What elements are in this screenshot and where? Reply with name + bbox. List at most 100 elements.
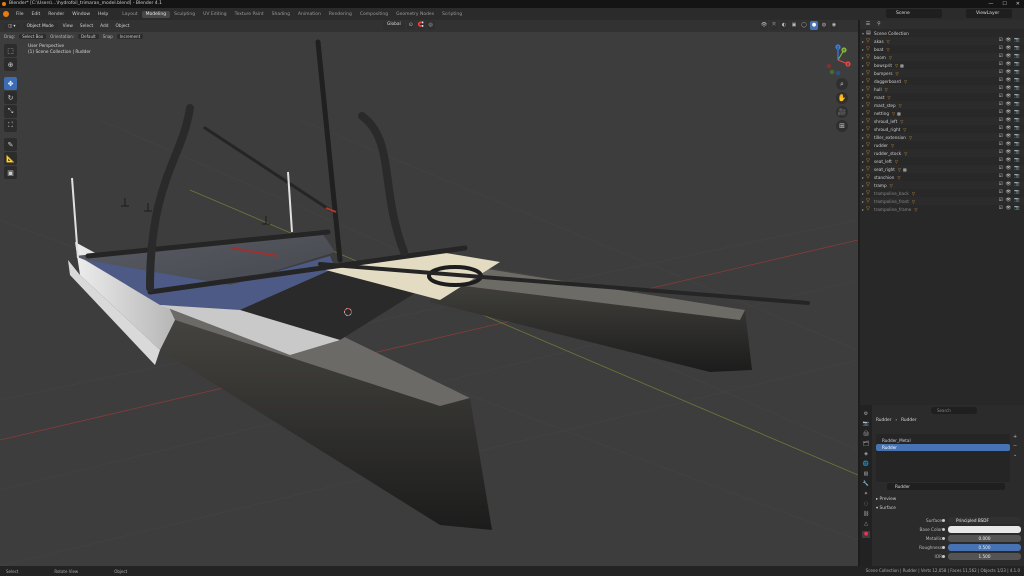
- zoom-icon[interactable]: ⌕: [836, 78, 848, 90]
- wireframe-shading-icon[interactable]: ◯: [800, 21, 808, 30]
- outliner-item[interactable]: ▸ ▽ trampoline_back ▽ ☑ 👁 📷: [860, 189, 1024, 197]
- mesh-data-icon[interactable]: ▽: [890, 183, 893, 188]
- view-layer-tab-icon[interactable]: 🗂: [862, 441, 870, 448]
- camera-render-icon[interactable]: 📷: [1014, 158, 1020, 163]
- camera-render-icon[interactable]: 📷: [1014, 86, 1020, 91]
- property-value-field[interactable]: 1.500: [948, 553, 1021, 560]
- view-layer-selector[interactable]: ViewLayer: [966, 9, 1012, 18]
- eye-icon[interactable]: 👁: [1006, 86, 1012, 91]
- modifier-tab-icon[interactable]: 🔧: [862, 481, 870, 488]
- mesh-data-icon[interactable]: ▽: [891, 143, 894, 148]
- tab-scripting[interactable]: Scripting: [438, 11, 466, 18]
- eye-icon[interactable]: 👁: [1006, 182, 1012, 187]
- measure-tool-icon[interactable]: 📐: [4, 152, 17, 165]
- outliner-editor-icon[interactable]: ☰: [864, 20, 872, 29]
- slot-menu-icon[interactable]: ⌄: [1013, 452, 1017, 458]
- outliner-item[interactable]: ▸ ▽ akas ▽ ☑ 👁 📷: [860, 37, 1024, 45]
- checkbox-icon[interactable]: ☑: [999, 158, 1003, 163]
- particles-tab-icon[interactable]: ✶: [862, 491, 870, 498]
- outliner-item[interactable]: ▸ ▽ boom ▽ ☑ 👁 📷: [860, 53, 1024, 61]
- data-tab-icon[interactable]: △: [862, 521, 870, 528]
- mesh-data-icon[interactable]: ▽: [912, 199, 915, 204]
- viewport-scene[interactable]: [0, 20, 858, 566]
- filter-icon[interactable]: ⚲: [875, 20, 883, 29]
- eye-icon[interactable]: 👁: [1006, 110, 1012, 115]
- checkbox-icon[interactable]: ☑: [999, 190, 1003, 195]
- eye-icon[interactable]: 👁: [1006, 62, 1012, 67]
- checkbox-icon[interactable]: ☑: [999, 198, 1003, 203]
- eye-icon[interactable]: 👁: [1006, 118, 1012, 123]
- camera-render-icon[interactable]: 📷: [1014, 118, 1020, 123]
- menu-edit[interactable]: Edit: [28, 12, 45, 17]
- mesh-data-icon[interactable]: ▽: [912, 191, 915, 196]
- mesh-data-icon[interactable]: ▽: [909, 135, 912, 140]
- outliner-item[interactable]: ▸ ▽ hull ▽ ☑ 👁 📷: [860, 85, 1024, 93]
- mode-dropdown[interactable]: Object Mode: [22, 22, 58, 30]
- mesh-data-icon[interactable]: ▽: [904, 151, 907, 156]
- properties-search-input[interactable]: Search: [931, 407, 977, 414]
- add-slot-icon[interactable]: +: [1013, 434, 1017, 440]
- camera-render-icon[interactable]: 📷: [1014, 70, 1020, 75]
- material-slot-active[interactable]: Rudder: [876, 444, 1010, 451]
- camera-render-icon[interactable]: 📷: [1014, 142, 1020, 147]
- camera-render-icon[interactable]: 📷: [1014, 94, 1020, 99]
- tab-modeling[interactable]: Modeling: [141, 10, 171, 18]
- mesh-data-icon[interactable]: ▽: [895, 159, 898, 164]
- tab-animation[interactable]: Animation: [294, 11, 325, 18]
- outliner-item[interactable]: ▸ ▽ rudder ▽ ☑ 👁 📷: [860, 141, 1024, 149]
- socket-icon[interactable]: [942, 555, 945, 558]
- mesh-data-icon[interactable]: ▽: [887, 95, 890, 100]
- camera-render-icon[interactable]: 📷: [1014, 126, 1020, 131]
- outliner-item[interactable]: ▸ ▽ netting ▽ ▩ ☑ 👁 📷: [860, 109, 1024, 117]
- transform-tool-icon[interactable]: ⛶: [4, 119, 17, 132]
- tool-tab-icon[interactable]: ⚙: [862, 411, 870, 418]
- camera-render-icon[interactable]: 📷: [1014, 78, 1020, 83]
- move-tool-icon[interactable]: ✥: [4, 77, 17, 90]
- mesh-data-icon[interactable]: ▽: [892, 111, 895, 116]
- camera-render-icon[interactable]: 📷: [1014, 174, 1020, 179]
- outliner-item[interactable]: ▸ ▽ shroud_right ▽ ☑ 👁 📷: [860, 125, 1024, 133]
- tab-geometry-nodes[interactable]: Geometry Nodes: [392, 11, 438, 18]
- add-cube-tool-icon[interactable]: ▣: [4, 166, 17, 179]
- overlay-icon[interactable]: ◐: [780, 21, 788, 30]
- minimize-button[interactable]: —: [988, 0, 993, 8]
- render-tab-icon[interactable]: 📷: [862, 421, 870, 428]
- world-tab-icon[interactable]: 🌐: [862, 461, 870, 468]
- camera-render-icon[interactable]: 📷: [1014, 198, 1020, 203]
- solid-shading-icon[interactable]: ●: [810, 21, 818, 30]
- outliner-item[interactable]: ▸ ▽ daggerboard ▽ ☑ 👁 📷: [860, 77, 1024, 85]
- checkbox-icon[interactable]: ☑: [999, 110, 1003, 115]
- mesh-data-icon[interactable]: ▽: [900, 119, 903, 124]
- socket-icon[interactable]: [942, 528, 945, 531]
- rendered-shading-icon[interactable]: ◉: [830, 21, 838, 30]
- menu-add[interactable]: Add: [98, 24, 110, 29]
- snap-icon[interactable]: 🧲: [416, 21, 425, 30]
- tab-uv-editing[interactable]: UV Editing: [199, 11, 230, 18]
- visibility-icon[interactable]: 👁: [760, 21, 768, 30]
- material-slot[interactable]: Rudder_Metal: [876, 437, 1010, 444]
- preview-panel-header[interactable]: ▸ Preview: [876, 497, 896, 502]
- checkbox-icon[interactable]: ☑: [999, 38, 1003, 43]
- checkbox-icon[interactable]: ☑: [999, 166, 1003, 171]
- property-value-field[interactable]: 0.000: [948, 535, 1021, 542]
- outliner-item[interactable]: ▸ ▽ tiller_extension ▽ ☑ 👁 📷: [860, 133, 1024, 141]
- outliner-item[interactable]: ▸ ▽ rudder_stock ▽ ☑ 👁 📷: [860, 149, 1024, 157]
- maximize-button[interactable]: ☐: [1002, 0, 1006, 8]
- camera-render-icon[interactable]: 📷: [1014, 190, 1020, 195]
- eye-icon[interactable]: 👁: [1006, 166, 1012, 171]
- checkbox-icon[interactable]: ☑: [999, 134, 1003, 139]
- material-datablock-field[interactable]: Rudder: [887, 483, 1005, 490]
- eye-icon[interactable]: 👁: [1006, 54, 1012, 59]
- outliner-item[interactable]: ▸ ▽ shroud_left ▽ ☑ 👁 📷: [860, 117, 1024, 125]
- transform-orientation-dropdown[interactable]: Global: [383, 21, 405, 30]
- outliner-item[interactable]: ▸ ▽ seat_left ▽ ☑ 👁 📷: [860, 157, 1024, 165]
- tab-layout[interactable]: Layout: [118, 11, 141, 18]
- blender-menu-icon[interactable]: [3, 11, 9, 17]
- close-button[interactable]: ✕: [1016, 0, 1020, 8]
- mesh-data-icon[interactable]: ▽: [889, 55, 892, 60]
- orientation-dropdown[interactable]: Default: [78, 34, 99, 39]
- material-tab-icon[interactable]: ●: [862, 531, 870, 538]
- select-box-tool-icon[interactable]: ⬚: [4, 44, 17, 57]
- tab-texture-paint[interactable]: Texture Paint: [231, 11, 268, 18]
- checkbox-icon[interactable]: ☑: [999, 94, 1003, 99]
